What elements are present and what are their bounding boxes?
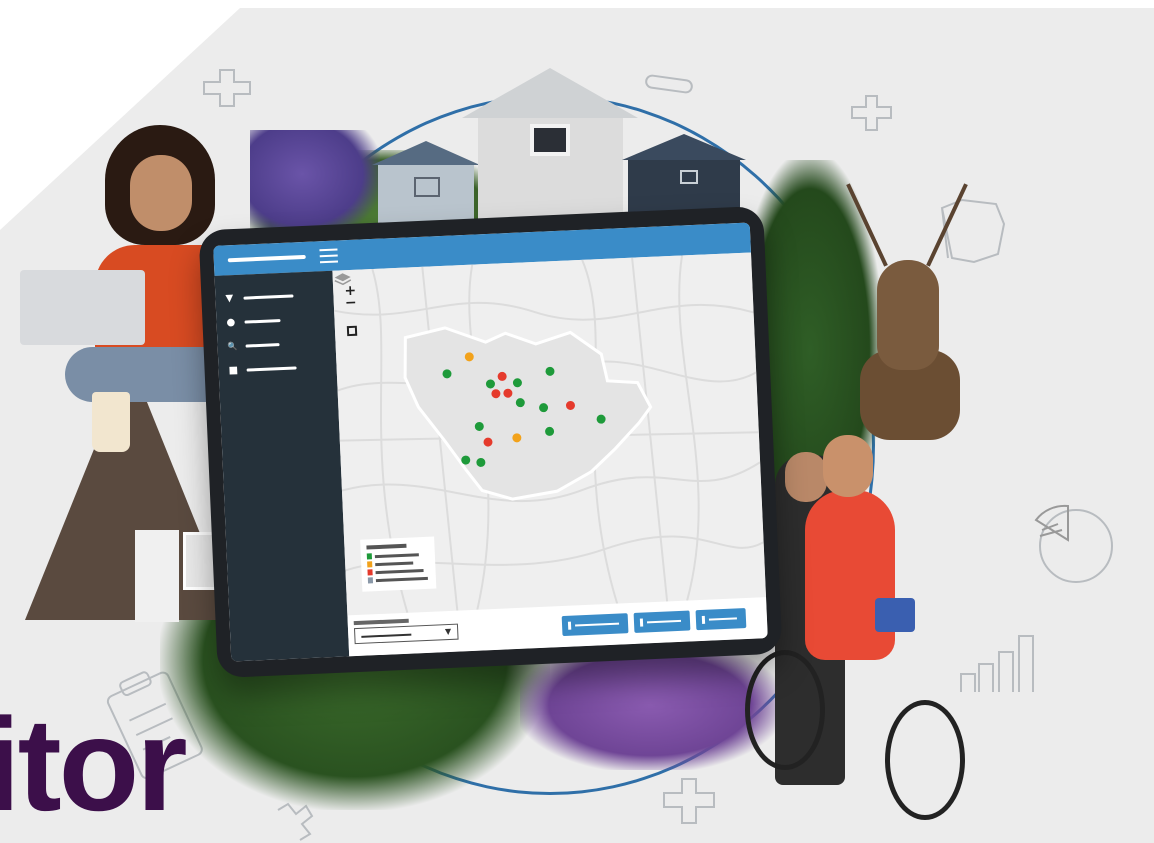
legend-label xyxy=(375,561,414,567)
app-logo-bar xyxy=(227,254,306,263)
map-marker-bad[interactable] xyxy=(565,400,575,410)
map-marker-good[interactable] xyxy=(596,414,606,424)
legend-label xyxy=(375,576,428,583)
dot-icon: ● xyxy=(226,317,236,329)
legend-swatch-bad xyxy=(367,569,373,576)
map-marker-good[interactable] xyxy=(512,378,522,388)
deer xyxy=(835,180,985,440)
hero-scene: ▼ ● 🔍 ■ + − ▼ itor xyxy=(0,0,1154,843)
map-marker-good[interactable] xyxy=(476,457,486,467)
sidebar-item-label xyxy=(245,343,280,348)
chevron-down-icon: ▼ xyxy=(444,626,452,637)
beach-hut-center xyxy=(462,68,638,228)
action-button-2[interactable] xyxy=(633,610,691,633)
map-marker-bad[interactable] xyxy=(483,437,493,447)
legend-label xyxy=(374,553,419,559)
minus-doodle-icon xyxy=(645,74,693,94)
tablet-device: ▼ ● 🔍 ■ + − ▼ xyxy=(198,205,783,679)
dropdown-value xyxy=(361,633,412,638)
map-marker-bad[interactable] xyxy=(497,371,507,381)
sidebar-item-points[interactable]: ● xyxy=(226,311,327,331)
pie-chart-doodle-icon xyxy=(1034,504,1113,583)
legend-title-bar xyxy=(366,543,407,550)
plus-doodle-icon xyxy=(203,69,251,107)
sidebar-item-label xyxy=(244,319,281,324)
brand-title: itor xyxy=(0,691,188,838)
map-view[interactable]: + − xyxy=(332,252,767,616)
map-legend xyxy=(360,536,437,592)
map-marker-good[interactable] xyxy=(545,426,555,436)
legend-swatch-neutral xyxy=(367,577,374,584)
plus-doodle-icon xyxy=(663,778,715,824)
sidebar-item-label xyxy=(243,294,294,300)
legend-label xyxy=(375,569,424,575)
plus-doodle-icon xyxy=(851,95,892,131)
sidebar-item-label xyxy=(246,366,297,372)
map-marker-good[interactable] xyxy=(485,379,495,389)
map-marker-good[interactable] xyxy=(442,369,452,379)
action-button-1[interactable] xyxy=(561,613,629,637)
select-area-button[interactable] xyxy=(346,325,358,337)
map-marker-good[interactable] xyxy=(515,398,525,408)
sidebar-item-locations[interactable]: ▼ xyxy=(225,287,326,307)
zoom-out-button[interactable]: − xyxy=(344,295,359,311)
dropdown-label xyxy=(353,618,409,626)
search-icon: 🔍 xyxy=(227,341,238,352)
map-marker-bad[interactable] xyxy=(503,388,513,398)
sidebar-item-search[interactable]: 🔍 xyxy=(227,335,328,355)
legend-swatch-good xyxy=(366,553,373,560)
map-marker-good[interactable] xyxy=(461,455,471,465)
map-marker-good[interactable] xyxy=(545,366,555,376)
app-sidebar: ▼ ● 🔍 ■ xyxy=(214,270,350,662)
map-marker-warn[interactable] xyxy=(464,352,474,362)
legend-swatch-warn xyxy=(367,561,373,568)
period-dropdown[interactable]: ▼ xyxy=(353,623,459,645)
layers-icon[interactable] xyxy=(332,270,353,289)
hamburger-menu-icon[interactable] xyxy=(319,248,339,264)
sidebar-item-tags[interactable]: ■ xyxy=(228,359,329,379)
zoom-control: + − xyxy=(343,283,359,315)
tag-icon: ■ xyxy=(228,364,239,377)
map-marker-good[interactable] xyxy=(539,403,549,413)
map-marker-good[interactable] xyxy=(474,421,484,431)
map-pin-icon: ▼ xyxy=(225,293,234,305)
action-button-3[interactable] xyxy=(695,608,747,631)
map-marker-bad[interactable] xyxy=(491,389,501,399)
app-screen: ▼ ● 🔍 ■ + − ▼ xyxy=(213,222,768,662)
map-marker-warn[interactable] xyxy=(512,433,522,443)
coffee-cup xyxy=(92,392,130,452)
